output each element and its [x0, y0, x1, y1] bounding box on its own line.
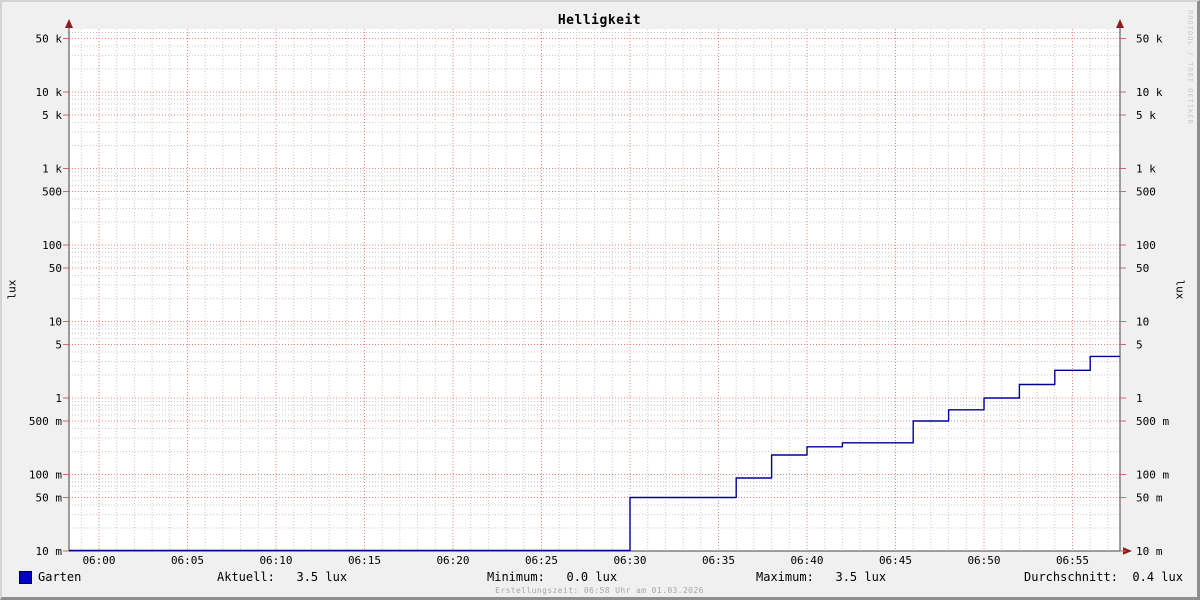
y-tick-label-right: 500 m — [1136, 415, 1169, 428]
y-tick-label-right: 10 m — [1136, 545, 1163, 558]
y-tick-label-right: 50 k — [1136, 33, 1163, 46]
creation-timestamp: Erstellungszeit: 06:58 Uhr am 01.03.2026 — [495, 586, 704, 595]
x-tick-label: 06:00 — [82, 554, 115, 567]
y-tick-label-left: 5 k — [42, 109, 62, 122]
x-tick-label: 06:30 — [613, 554, 646, 567]
x-tick-label: 06:45 — [879, 554, 912, 567]
y-tick-label-right: 50 — [1136, 262, 1149, 275]
y-tick-label-right: 1 — [1136, 392, 1143, 405]
y-tick-label-left: 5 — [55, 339, 62, 352]
stat-durchschnitt: Durchschnitt: 0.4 lux — [1024, 570, 1183, 584]
rrd-graph: 50 k 50 k 10 k 10 k5 k5 k1 k1 k 500 500 100 100… — [0, 0, 1200, 600]
x-tick-label: 06:50 — [967, 554, 1000, 567]
y-tick-label-right: 100 — [1136, 239, 1156, 252]
y-axis-label-left: lux — [5, 279, 19, 300]
y-tick-label-right: 10 k — [1136, 86, 1163, 99]
x-tick-label: 06:20 — [436, 554, 469, 567]
y-tick-label-left: 50 m — [36, 492, 63, 505]
y-tick-label-left: 100 m — [29, 469, 62, 482]
y-tick-label-left: 1 — [55, 392, 62, 405]
y-tick-label-right: 10 — [1136, 316, 1149, 329]
y-tick-label-left: 10 — [49, 316, 62, 329]
stat-maximum: Maximum: 3.5 lux — [756, 570, 887, 584]
y-tick-label-right: 500 — [1136, 186, 1156, 199]
x-tick-label: 06:15 — [348, 554, 381, 567]
y-tick-label-left: 50 — [49, 262, 62, 275]
chart-canvas: 50 k 50 k10 k 10 k5 k5 k1 k1 k500 500100 100… — [29, 19, 1169, 567]
x-tick-label: 06:35 — [702, 554, 735, 567]
x-tick-label: 06:05 — [171, 554, 204, 567]
rrdtool-watermark: RRDTOOL / TOBI OETIKER — [1186, 10, 1194, 125]
y-tick-label-right: 5 — [1136, 339, 1143, 352]
y-tick-label-left: 1 k — [42, 163, 62, 176]
y-axis-label-right: lux — [1173, 279, 1187, 300]
y-tick-label-left: 10 m — [36, 545, 63, 558]
y-tick-label-left: 500 — [42, 186, 62, 199]
x-tick-label: 06:10 — [259, 554, 292, 567]
stat-aktuell: Aktuell: 3.5 lux — [217, 570, 348, 584]
legend-color-swatch — [19, 571, 32, 584]
y-tick-label-left: 100 — [42, 239, 62, 252]
x-tick-label: 06:25 — [525, 554, 558, 567]
y-tick-label-left: 500 m — [29, 415, 62, 428]
legend-series-label: Garten — [38, 570, 82, 584]
stat-minimum: Minimum: 0.0 lux — [487, 570, 618, 584]
y-tick-label-left: 10 k — [36, 86, 63, 99]
y-tick-label-right: 100 m — [1136, 469, 1169, 482]
y-tick-label-right: 1 k — [1136, 163, 1156, 176]
x-tick-label: 06:55 — [1056, 554, 1089, 567]
page-title: Helligkeit — [557, 13, 642, 28]
y-tick-label-right: 5 k — [1136, 109, 1156, 122]
y-tick-label-left: 50 k — [36, 33, 63, 46]
y-tick-label-right: 50 m — [1136, 492, 1163, 505]
x-tick-label: 06:40 — [790, 554, 823, 567]
